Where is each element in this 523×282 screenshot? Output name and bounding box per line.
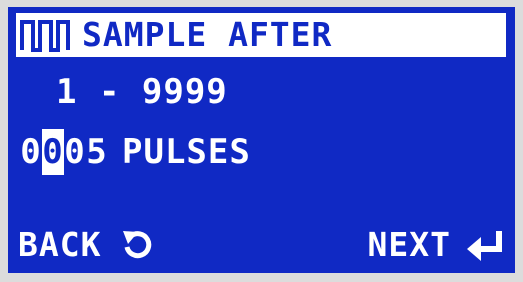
next-label: NEXT	[367, 225, 451, 264]
pulse-count-field[interactable]: 0 0 0 5 PULSES	[20, 129, 251, 175]
back-button[interactable]: BACK	[18, 223, 155, 267]
pulse-train-icon	[20, 18, 70, 52]
unit-label: PULSES	[122, 132, 251, 172]
next-button[interactable]: NEXT	[368, 223, 505, 267]
digit-1[interactable]: 0	[20, 129, 42, 175]
back-label: BACK	[18, 225, 102, 264]
range-text: 1 - 9999	[56, 72, 228, 112]
digit-3[interactable]: 0	[64, 129, 86, 175]
title-bar: SAMPLE AFTER	[16, 13, 506, 57]
digit-4[interactable]: 5	[86, 129, 108, 175]
digit-2-cursor[interactable]: 0	[42, 129, 64, 175]
back-arrow-icon	[119, 227, 155, 263]
page-title: SAMPLE AFTER	[82, 15, 333, 54]
lcd-screen: SAMPLE AFTER 1 - 9999 0 0 0 5 PULSES BAC…	[8, 7, 515, 273]
enter-icon	[465, 229, 505, 261]
